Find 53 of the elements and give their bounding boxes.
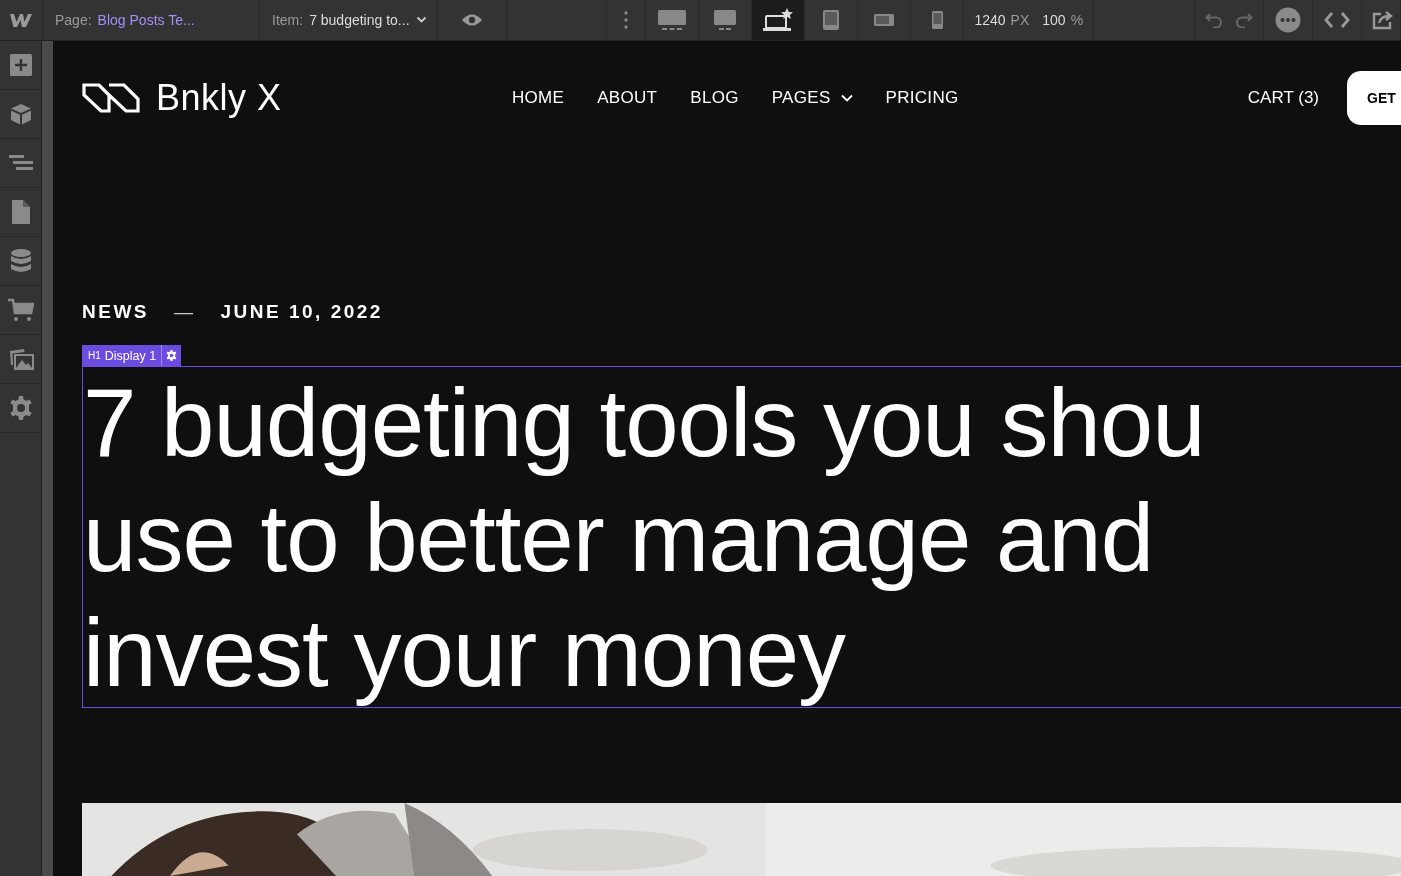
phone-landscape-icon bbox=[873, 13, 896, 27]
width-unit: PX bbox=[1010, 12, 1030, 28]
canvas-zoom[interactable]: 100 bbox=[1042, 12, 1066, 28]
meta-separator: — bbox=[174, 301, 196, 323]
page-icon[interactable] bbox=[10, 200, 31, 224]
images-icon[interactable] bbox=[7, 348, 34, 370]
webflow-logo-icon[interactable] bbox=[9, 11, 33, 29]
get-started-button[interactable]: GET bbox=[1347, 71, 1401, 125]
settings-icon[interactable] bbox=[8, 396, 33, 420]
tablet-icon bbox=[822, 9, 841, 31]
desktop-icon bbox=[657, 9, 688, 31]
page-label: Page: bbox=[55, 12, 92, 28]
class-name: Display 1 bbox=[104, 348, 158, 363]
desktop-icon bbox=[713, 9, 738, 31]
database-icon[interactable] bbox=[10, 249, 31, 273]
post-category: NEWS bbox=[82, 301, 149, 323]
nav-link[interactable]: PRICING bbox=[885, 88, 959, 108]
nav-link[interactable]: ABOUT bbox=[597, 88, 658, 108]
item-name[interactable]: 7 budgeting to... bbox=[309, 12, 410, 28]
eye-icon[interactable] bbox=[460, 13, 483, 27]
nav-link[interactable]: BLOG bbox=[690, 88, 739, 108]
chevron-down-icon[interactable] bbox=[415, 16, 427, 24]
undo-icon[interactable] bbox=[1205, 12, 1223, 28]
zoom-unit: % bbox=[1070, 12, 1084, 28]
tag-name: H1 bbox=[87, 350, 102, 361]
more-icon[interactable] bbox=[1275, 7, 1301, 33]
redo-icon[interactable] bbox=[1235, 12, 1253, 28]
canvas-width[interactable]: 1240 bbox=[974, 12, 1006, 28]
element-label[interactable]: H1 Display 1 bbox=[82, 345, 182, 366]
navigator-icon[interactable] bbox=[8, 154, 33, 172]
add-icon[interactable] bbox=[9, 54, 32, 76]
more-vertical-icon[interactable] bbox=[624, 11, 629, 29]
export-icon[interactable] bbox=[1372, 10, 1394, 30]
page-name-link[interactable]: Blog Posts Te... bbox=[97, 12, 195, 28]
laptop-star-icon bbox=[763, 8, 794, 32]
post-date: JUNE 10, 2022 bbox=[220, 301, 383, 323]
brand-logo-icon[interactable] bbox=[82, 83, 140, 113]
item-label: Item: bbox=[272, 12, 304, 28]
cart-link[interactable]: CART (3) bbox=[1247, 88, 1319, 108]
nav-link[interactable]: PAGES bbox=[771, 88, 853, 108]
cube-icon[interactable] bbox=[9, 103, 32, 125]
heading-line: invest your money bbox=[83, 598, 847, 707]
phone-icon bbox=[930, 10, 944, 30]
scrollbar[interactable] bbox=[42, 41, 53, 876]
heading-line: 7 budgeting tools you shou bbox=[83, 368, 1206, 478]
code-icon[interactable] bbox=[1324, 11, 1350, 29]
device-button[interactable] bbox=[752, 0, 806, 40]
nav-link[interactable]: HOME bbox=[512, 88, 565, 108]
brand-name[interactable]: Bnkly X bbox=[156, 77, 282, 119]
cart-icon[interactable] bbox=[7, 298, 34, 322]
settings-icon[interactable] bbox=[166, 350, 178, 361]
heading-line: use to better manage and bbox=[83, 483, 1155, 593]
chevron-down-icon bbox=[840, 94, 853, 102]
